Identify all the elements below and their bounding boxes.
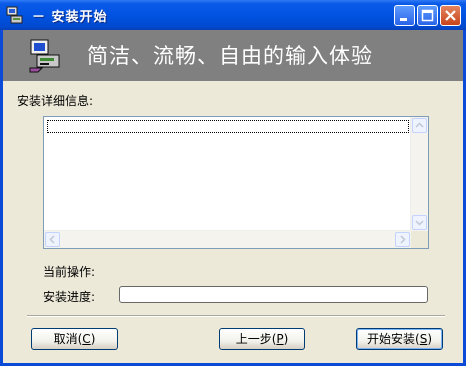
cancel-button[interactable]: 取消(C) [31,328,118,350]
install-progress-bar [119,286,428,303]
horizontal-scrollbar[interactable] [44,230,411,248]
chevron-down-icon [415,220,424,226]
maximize-icon [421,9,434,22]
scroll-down-button[interactable] [412,215,427,230]
close-icon [445,10,456,21]
installer-window: － 安装开始 简洁、流畅、自由的输入体验 安装详细信息: 当前操作: 安装进度:… [0,0,466,366]
divider [27,315,445,317]
title-bar[interactable]: － 安装开始 [0,0,466,30]
scroll-right-button[interactable] [395,232,410,247]
scroll-up-button[interactable] [412,118,427,133]
details-label: 安装详细信息: [17,94,94,108]
current-operation-label: 当前操作: [43,265,96,279]
chevron-left-icon [49,235,55,244]
maximize-button[interactable] [417,5,438,26]
minimize-icon [400,18,407,21]
close-button[interactable] [440,5,461,26]
back-button[interactable]: 上一步(P) [219,328,305,350]
minimize-button[interactable] [394,5,415,26]
details-listbox[interactable] [43,116,429,249]
vertical-scrollbar[interactable] [410,117,428,231]
installer-icon [6,6,23,24]
scroll-left-button[interactable] [45,232,60,247]
progress-label: 安装进度: [43,290,96,304]
window-title: － 安装开始 [32,10,108,25]
chevron-up-icon [415,122,424,128]
chevron-right-icon [400,235,406,244]
installer-computer-icon [29,39,60,73]
scrollbar-corner [411,231,428,248]
list-item[interactable] [47,120,409,133]
banner-slogan: 简洁、流畅、自由的输入体验 [87,44,373,68]
start-install-button[interactable]: 开始安装(S) [356,328,443,350]
header-banner: 简洁、流畅、自由的输入体验 [3,30,463,81]
